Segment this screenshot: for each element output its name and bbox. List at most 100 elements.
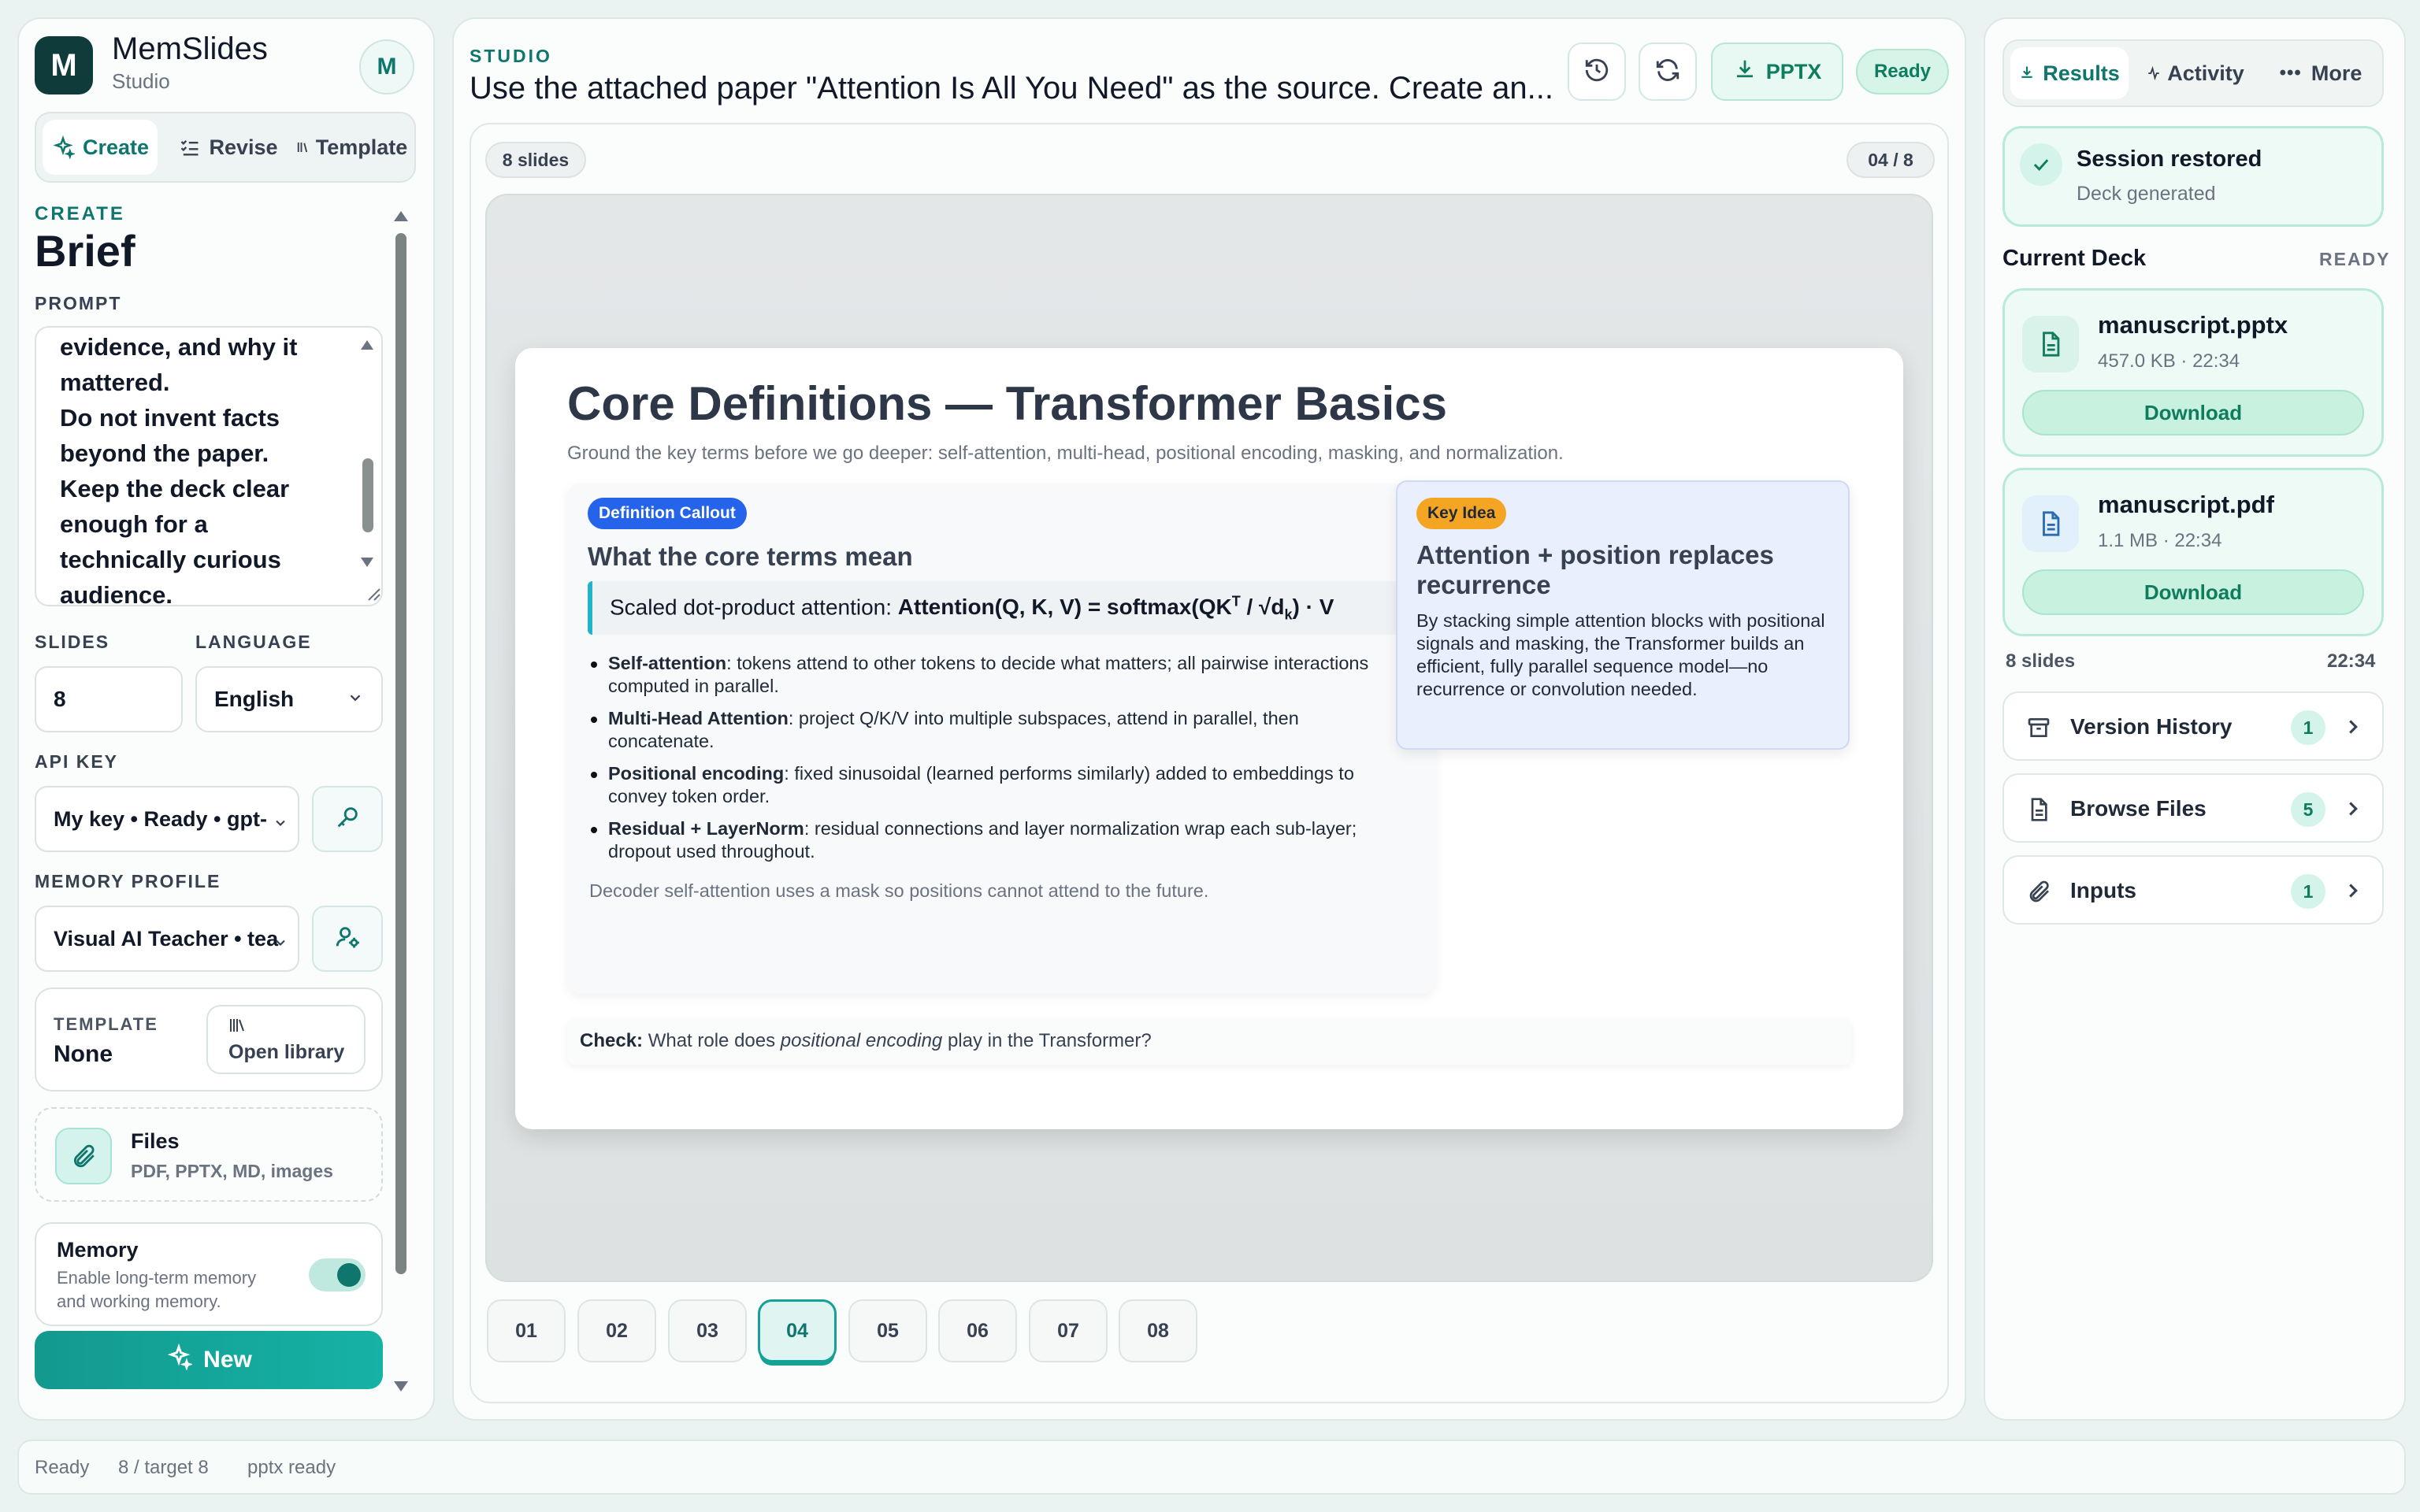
tab-create-label: Create — [82, 135, 150, 159]
files-title: Files — [131, 1129, 180, 1153]
row-count: 1 — [2291, 874, 2325, 909]
more-dots-icon: ••• — [2279, 62, 2302, 83]
masking-note: Decoder self-attention uses a mask so po… — [589, 880, 1209, 901]
formula-box: Scaled dot-product attention: Attention(… — [588, 581, 1410, 635]
tab-create[interactable]: Create — [43, 120, 158, 175]
prompt-text: evidence, and why it mattered. Do not inve… — [60, 333, 298, 606]
session-title: Session restored — [2077, 146, 2262, 172]
section-kicker: CREATE — [35, 203, 125, 224]
deck-summary-right: 22:34 — [2327, 650, 2376, 672]
memory-profile-select[interactable]: Visual AI Teacher • tea — [35, 906, 299, 972]
file-name: manuscript.pdf — [2098, 491, 2274, 518]
key-idea-body: By stacking simple attention blocks with… — [1416, 610, 1825, 699]
chevron-down-icon — [273, 811, 288, 836]
check-question: Check: What role does positional encodin… — [567, 1019, 1851, 1065]
tab-activity[interactable]: Activity — [2136, 47, 2255, 99]
left-scroll-down[interactable] — [394, 1381, 408, 1392]
status-item-export: pptx ready — [247, 1457, 336, 1478]
slide-title: Core Definitions — Transformer Basics — [567, 377, 1447, 430]
left-scroll-up[interactable] — [394, 211, 408, 221]
slide-thumb-08[interactable]: 08 — [1119, 1299, 1197, 1362]
definition-bullet: Self-attention: tokens attend to other t… — [589, 652, 1402, 698]
version-history-row[interactable]: Version History 1 — [2002, 691, 2384, 761]
download-icon — [2019, 61, 2035, 86]
prompt-scroll-up[interactable] — [361, 340, 373, 350]
tab-template-label: Template — [315, 135, 408, 159]
slides-input[interactable]: 8 — [35, 666, 183, 732]
session-card — [2002, 126, 2384, 227]
deck-summary-left: 8 slides — [2006, 650, 2076, 672]
session-subtitle: Deck generated — [2077, 183, 2216, 205]
slides-label: SLIDES — [35, 632, 110, 652]
tab-template[interactable]: Template — [288, 120, 414, 175]
row-label: Inputs — [2070, 878, 2136, 902]
browse-files-row[interactable]: Browse Files 5 — [2002, 773, 2384, 843]
check-circle-icon — [2020, 143, 2062, 186]
file-meta: 457.0 KB · 22:34 — [2098, 350, 2240, 372]
file-icon — [2022, 316, 2079, 372]
language-select[interactable]: English — [195, 666, 383, 732]
tab-activity-label: Activity — [2167, 61, 2244, 85]
status-item-state: Ready — [35, 1457, 90, 1478]
tab-revise-label: Revise — [209, 135, 278, 159]
prompt-textarea[interactable]: evidence, and why it mattered. Do not inve… — [35, 326, 383, 606]
pptx-label: PPTX — [1765, 59, 1822, 83]
api-key-button[interactable] — [312, 786, 383, 852]
prompt-scrollbar-thumb[interactable] — [362, 458, 373, 532]
status-bar — [17, 1440, 2406, 1495]
open-library-label: Open library — [228, 1041, 345, 1063]
chevron-down-icon — [273, 931, 288, 956]
tab-more[interactable]: ••• More — [2262, 47, 2379, 99]
left-scrollbar-thumb[interactable] — [395, 233, 406, 1274]
refresh-button[interactable] — [1639, 43, 1697, 101]
download-pdf-button[interactable]: Download — [2022, 569, 2364, 615]
app-subtitle: Studio — [112, 69, 170, 93]
file-card-pptx: manuscript.pptx 457.0 KB · 22:34 Downloa… — [2002, 288, 2384, 457]
new-button[interactable]: New — [35, 1331, 383, 1389]
document-icon — [2026, 797, 2051, 826]
slide-thumb-01[interactable]: 01 — [487, 1299, 566, 1362]
page-indicator: 04 / 8 — [1847, 142, 1935, 178]
paperclip-icon — [2026, 879, 2051, 908]
definition-callout-badge: Definition Callout — [588, 498, 747, 529]
slide-thumb-04[interactable]: 04 — [758, 1299, 837, 1362]
paperclip-icon — [55, 1128, 112, 1184]
slide-thumb-02[interactable]: 02 — [577, 1299, 656, 1362]
slide-thumb-07[interactable]: 07 — [1029, 1299, 1108, 1362]
tab-results-label: Results — [2043, 61, 2120, 85]
memory-toggle[interactable] — [309, 1258, 366, 1292]
file-name: manuscript.pptx — [2098, 311, 2288, 339]
history-button[interactable] — [1568, 43, 1626, 101]
file-icon — [2022, 495, 2079, 552]
memory-profile-button[interactable] — [312, 906, 383, 972]
file-card-pdf: manuscript.pdf 1.1 MB · 22:34 Download — [2002, 468, 2384, 636]
callout-heading: What the core terms mean — [588, 542, 913, 571]
tab-revise[interactable]: Revise — [173, 120, 284, 175]
slide-subtitle: Ground the key terms before we go deeper… — [567, 443, 1564, 464]
memory-subtitle-2: and working memory. — [57, 1292, 221, 1311]
user-avatar[interactable]: M — [359, 39, 414, 94]
toggle-knob — [337, 1263, 361, 1287]
resize-handle-icon[interactable] — [366, 586, 381, 605]
api-key-select[interactable]: My key • Ready • gpt- — [35, 786, 299, 852]
list-check-icon — [179, 136, 201, 158]
chevron-right-icon — [2341, 797, 2365, 825]
files-dropzone[interactable]: Files PDF, PPTX, MD, images — [35, 1107, 383, 1202]
definition-bullet: Positional encoding: fixed sinusoidal (l… — [589, 762, 1402, 808]
prompt-scroll-down[interactable] — [361, 558, 373, 567]
open-library-button[interactable]: Open library — [206, 1005, 366, 1074]
definition-bullet: Multi-Head Attention: project Q/K/V into… — [589, 707, 1402, 753]
download-pptx-button[interactable]: Download — [2022, 390, 2364, 435]
pptx-download-button[interactable]: PPTX — [1711, 43, 1843, 101]
inputs-row[interactable]: Inputs 1 — [2002, 855, 2384, 925]
definition-bullet: Residual + LayerNorm: residual connectio… — [589, 817, 1402, 863]
slide-thumb-03[interactable]: 03 — [668, 1299, 747, 1362]
slide-thumb-06[interactable]: 06 — [938, 1299, 1017, 1362]
new-button-label: New — [203, 1347, 252, 1373]
sparkle-icon — [165, 1343, 194, 1377]
slide-thumb-05[interactable]: 05 — [848, 1299, 927, 1362]
refresh-icon — [1654, 57, 1681, 87]
tab-results[interactable]: Results — [2010, 47, 2129, 99]
status-badge: Ready — [1856, 49, 1949, 94]
prompt-label: PROMPT — [35, 293, 122, 313]
